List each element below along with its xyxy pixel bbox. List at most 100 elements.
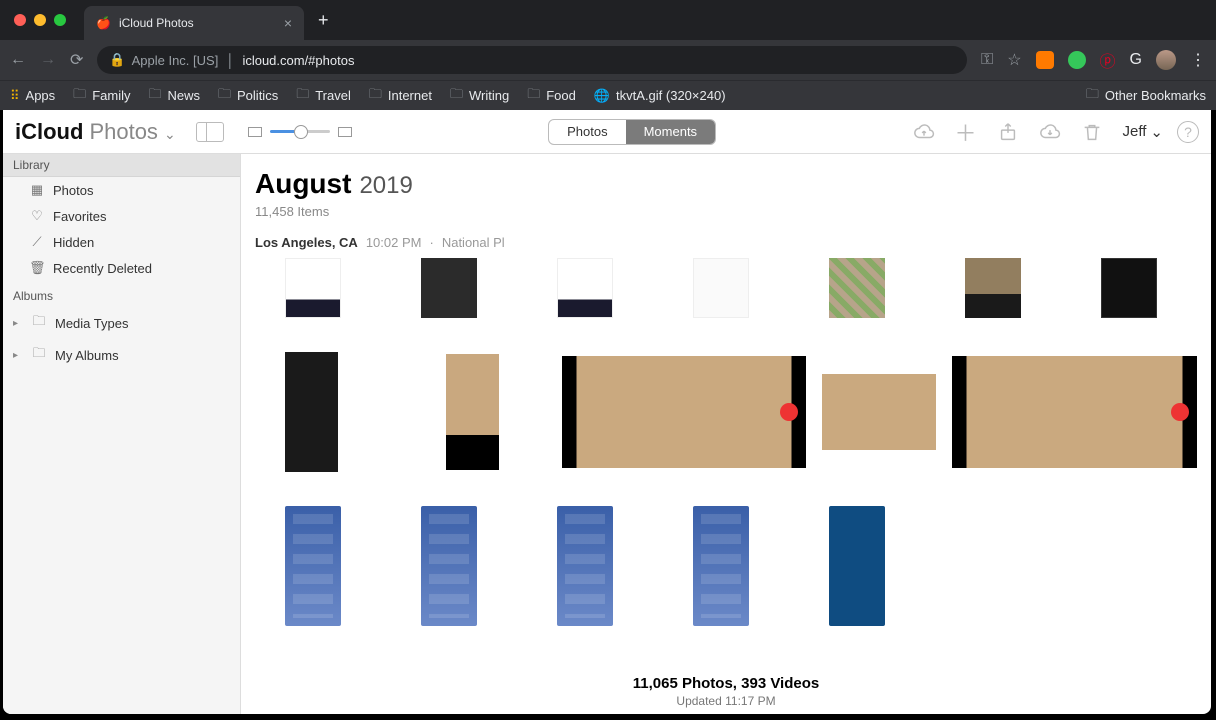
- photo-thumbnail[interactable]: [557, 258, 613, 318]
- close-window-button[interactable]: [14, 14, 26, 26]
- omnibox[interactable]: 🔒 Apple Inc. [US] │ icloud.com/#photos: [97, 46, 967, 74]
- extension-icon[interactable]: [1036, 51, 1054, 69]
- content-area: August 2019 11,458 Items Los Angeles, CA…: [241, 154, 1211, 714]
- disclosure-triangle-icon[interactable]: ▸: [13, 350, 23, 361]
- photo-thumbnail[interactable]: [285, 506, 341, 626]
- globe-icon: 🌐: [594, 88, 610, 104]
- other-bookmarks[interactable]: 🗀Other Bookmarks: [1086, 85, 1206, 107]
- account-menu[interactable]: Jeff⌄: [1123, 123, 1163, 141]
- folder-icon: 🗀: [296, 85, 309, 107]
- bookmark-folder[interactable]: 🗀Travel: [296, 85, 351, 107]
- library-summary: 11,065 Photos, 393 Videos Updated 11:17 …: [241, 675, 1211, 708]
- photo-thumbnail[interactable]: [446, 354, 499, 470]
- photo-thumbnail[interactable]: [952, 356, 1197, 468]
- bookmark-folder[interactable]: 🗀Politics: [218, 85, 278, 107]
- photo-thumbnail[interactable]: [822, 374, 936, 450]
- upload-icon[interactable]: [913, 121, 935, 143]
- bookmark-folder[interactable]: 🗀Food: [527, 85, 576, 107]
- photos-icon: ▦: [29, 182, 45, 198]
- bookmark-item[interactable]: 🌐tkvtA.gif (320×240): [594, 88, 726, 104]
- sidebar: Library ▦Photos ♡Favorites ⟋Hidden 🗑Rece…: [3, 154, 241, 714]
- zoom-min-icon: [248, 127, 262, 137]
- photo-thumbnail[interactable]: [1101, 258, 1157, 318]
- sidebar-item-media-types[interactable]: ▸🗀Media Types: [3, 307, 240, 339]
- sidebar-section-albums: Albums: [3, 281, 240, 307]
- app-title-dropdown[interactable]: iCloud Photos ⌄: [15, 119, 176, 145]
- bookmark-folder[interactable]: 🗀Internet: [369, 85, 432, 107]
- photo-thumbnail[interactable]: [693, 258, 749, 318]
- folder-icon: 🗀: [31, 312, 47, 334]
- extension-icon[interactable]: [1068, 51, 1086, 69]
- thumbnail-zoom-control: [248, 127, 352, 137]
- heart-icon: ♡: [29, 208, 45, 224]
- sidebar-toggle-button[interactable]: [196, 122, 224, 142]
- back-button[interactable]: ←: [10, 51, 26, 69]
- omnibox-separator: │: [226, 53, 234, 68]
- photo-thumbnail[interactable]: [829, 258, 885, 318]
- moment-header: August 2019: [255, 168, 1197, 200]
- photo-thumbnail[interactable]: [421, 506, 477, 626]
- photo-thumbnail[interactable]: [693, 506, 749, 626]
- key-icon[interactable]: ⚿: [981, 51, 993, 69]
- sidebar-item-favorites[interactable]: ♡Favorites: [3, 203, 240, 229]
- photo-thumbnail[interactable]: [421, 258, 477, 318]
- item-count: 11,458 Items: [255, 204, 1197, 219]
- help-button[interactable]: ?: [1177, 121, 1199, 143]
- photo-thumbnail[interactable]: [965, 258, 1021, 318]
- chevron-down-icon: ⌄: [1150, 123, 1163, 141]
- zoom-max-icon: [338, 127, 352, 137]
- bookmark-folder[interactable]: 🗀News: [148, 85, 200, 107]
- minimize-window-button[interactable]: [34, 14, 46, 26]
- zoom-slider[interactable]: [270, 130, 330, 133]
- sidebar-item-hidden[interactable]: ⟋Hidden: [3, 229, 240, 255]
- photo-thumbnail[interactable]: [285, 258, 341, 318]
- moment-year: 2019: [359, 172, 412, 200]
- bookmark-folder[interactable]: 🗀Writing: [450, 85, 509, 107]
- sidebar-section-library: Library: [3, 154, 240, 177]
- google-icon[interactable]: G: [1130, 51, 1142, 69]
- share-icon[interactable]: [997, 121, 1019, 143]
- photo-thumbnail[interactable]: [285, 352, 338, 472]
- forward-button[interactable]: →: [40, 51, 56, 69]
- sidebar-item-recently-deleted[interactable]: 🗑Recently Deleted: [3, 255, 240, 281]
- add-icon[interactable]: ＋: [955, 116, 977, 148]
- photo-thumbnail[interactable]: [557, 506, 613, 626]
- trash-icon: 🗑: [29, 260, 45, 276]
- pinterest-icon[interactable]: ⓟ: [1100, 48, 1116, 72]
- photo-thumbnail[interactable]: [829, 506, 885, 626]
- folder-icon: 🗀: [527, 85, 540, 107]
- browser-toolbar: ← → ⟳ 🔒 Apple Inc. [US] │ icloud.com/#ph…: [0, 40, 1216, 80]
- location-time: 10:02 PM: [366, 235, 422, 250]
- close-tab-icon[interactable]: ×: [284, 15, 292, 31]
- bookmark-bar: ⠿Apps 🗀Family 🗀News 🗀Politics 🗀Travel 🗀I…: [0, 80, 1216, 110]
- photo-thumbnail[interactable]: [562, 356, 807, 468]
- segment-photos[interactable]: Photos: [549, 120, 625, 144]
- reload-button[interactable]: ⟳: [70, 50, 83, 70]
- tab-title: iCloud Photos: [119, 16, 194, 30]
- apps-grid-icon: ⠿: [10, 88, 20, 104]
- toolbar-actions: ＋: [913, 116, 1103, 148]
- maximize-window-button[interactable]: [54, 14, 66, 26]
- star-icon[interactable]: ☆: [1007, 50, 1021, 70]
- sidebar-item-my-albums[interactable]: ▸🗀My Albums: [3, 339, 240, 371]
- segment-moments[interactable]: Moments: [626, 120, 715, 144]
- moment-month: August: [255, 168, 351, 200]
- location-city: Los Angeles, CA: [255, 235, 358, 250]
- chevron-down-icon: ⌄: [164, 126, 176, 143]
- bookmark-folder[interactable]: 🗀Family: [73, 85, 130, 107]
- location-place: National Pl: [442, 235, 505, 250]
- photo-grid-row: [285, 506, 1197, 626]
- sidebar-item-photos[interactable]: ▦Photos: [3, 177, 240, 203]
- library-counts: 11,065 Photos, 393 Videos: [241, 675, 1211, 692]
- folder-icon: 🗀: [218, 85, 231, 107]
- profile-avatar[interactable]: [1156, 50, 1176, 70]
- folder-icon: 🗀: [450, 85, 463, 107]
- browser-tab[interactable]: 🍎 iCloud Photos ×: [84, 6, 304, 40]
- new-tab-button[interactable]: +: [318, 10, 329, 31]
- browser-tabbar: 🍎 iCloud Photos × +: [0, 0, 1216, 40]
- apps-shortcut[interactable]: ⠿Apps: [10, 88, 55, 104]
- overflow-menu-icon[interactable]: ⋮: [1190, 50, 1206, 70]
- download-icon[interactable]: [1039, 121, 1061, 143]
- disclosure-triangle-icon[interactable]: ▸: [13, 318, 23, 329]
- trash-icon[interactable]: [1081, 121, 1103, 143]
